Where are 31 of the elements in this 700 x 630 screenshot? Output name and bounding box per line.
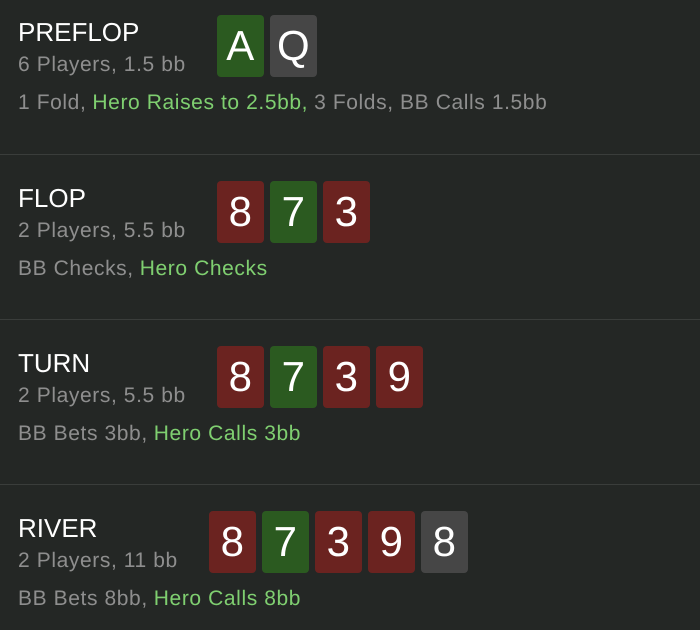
playing-card: 8 (208, 511, 256, 573)
playing-card: 3 (322, 346, 370, 408)
hero-action-text: Hero Calls 8bb (154, 587, 302, 611)
playing-card: 9 (368, 511, 415, 573)
street-title: PREFLOP (18, 17, 140, 47)
playing-card: 3 (322, 181, 370, 243)
playing-card: 8 (216, 346, 264, 408)
street-summary: 6 Players, 1.5 bb (18, 53, 186, 77)
playing-card: 7 (270, 181, 317, 243)
street-title: FLOP (18, 183, 87, 213)
playing-card: 8 (216, 181, 264, 243)
hero-action-text: Hero Raises to 2.5bb, (92, 91, 308, 115)
street-title: TURN (18, 348, 92, 378)
street-summary: 2 Players, 11 bb (18, 549, 178, 573)
playing-card: 7 (270, 346, 317, 408)
playing-card: 8 (420, 511, 468, 573)
playing-card: Q (270, 15, 317, 77)
street-summary: 2 Players, 5.5 bb (18, 219, 186, 243)
hero-action-text: Hero Checks (140, 257, 268, 281)
action-text: BB Checks, (18, 257, 134, 281)
street-summary: 2 Players, 5.5 bb (18, 384, 186, 408)
action-text: 1 Fold, (18, 91, 86, 115)
playing-card: A (216, 15, 264, 77)
action-text: BB Bets 3bb, (18, 422, 148, 446)
action-text: 3 Folds, BB Calls 1.5bb (314, 91, 548, 115)
hero-action-text: Hero Calls 3bb (154, 422, 302, 446)
playing-card: 3 (314, 511, 362, 573)
street-title: RIVER (18, 513, 98, 543)
action-text: BB Bets 8bb, (18, 587, 148, 611)
playing-card: 9 (376, 346, 423, 408)
playing-card: 7 (262, 511, 309, 573)
